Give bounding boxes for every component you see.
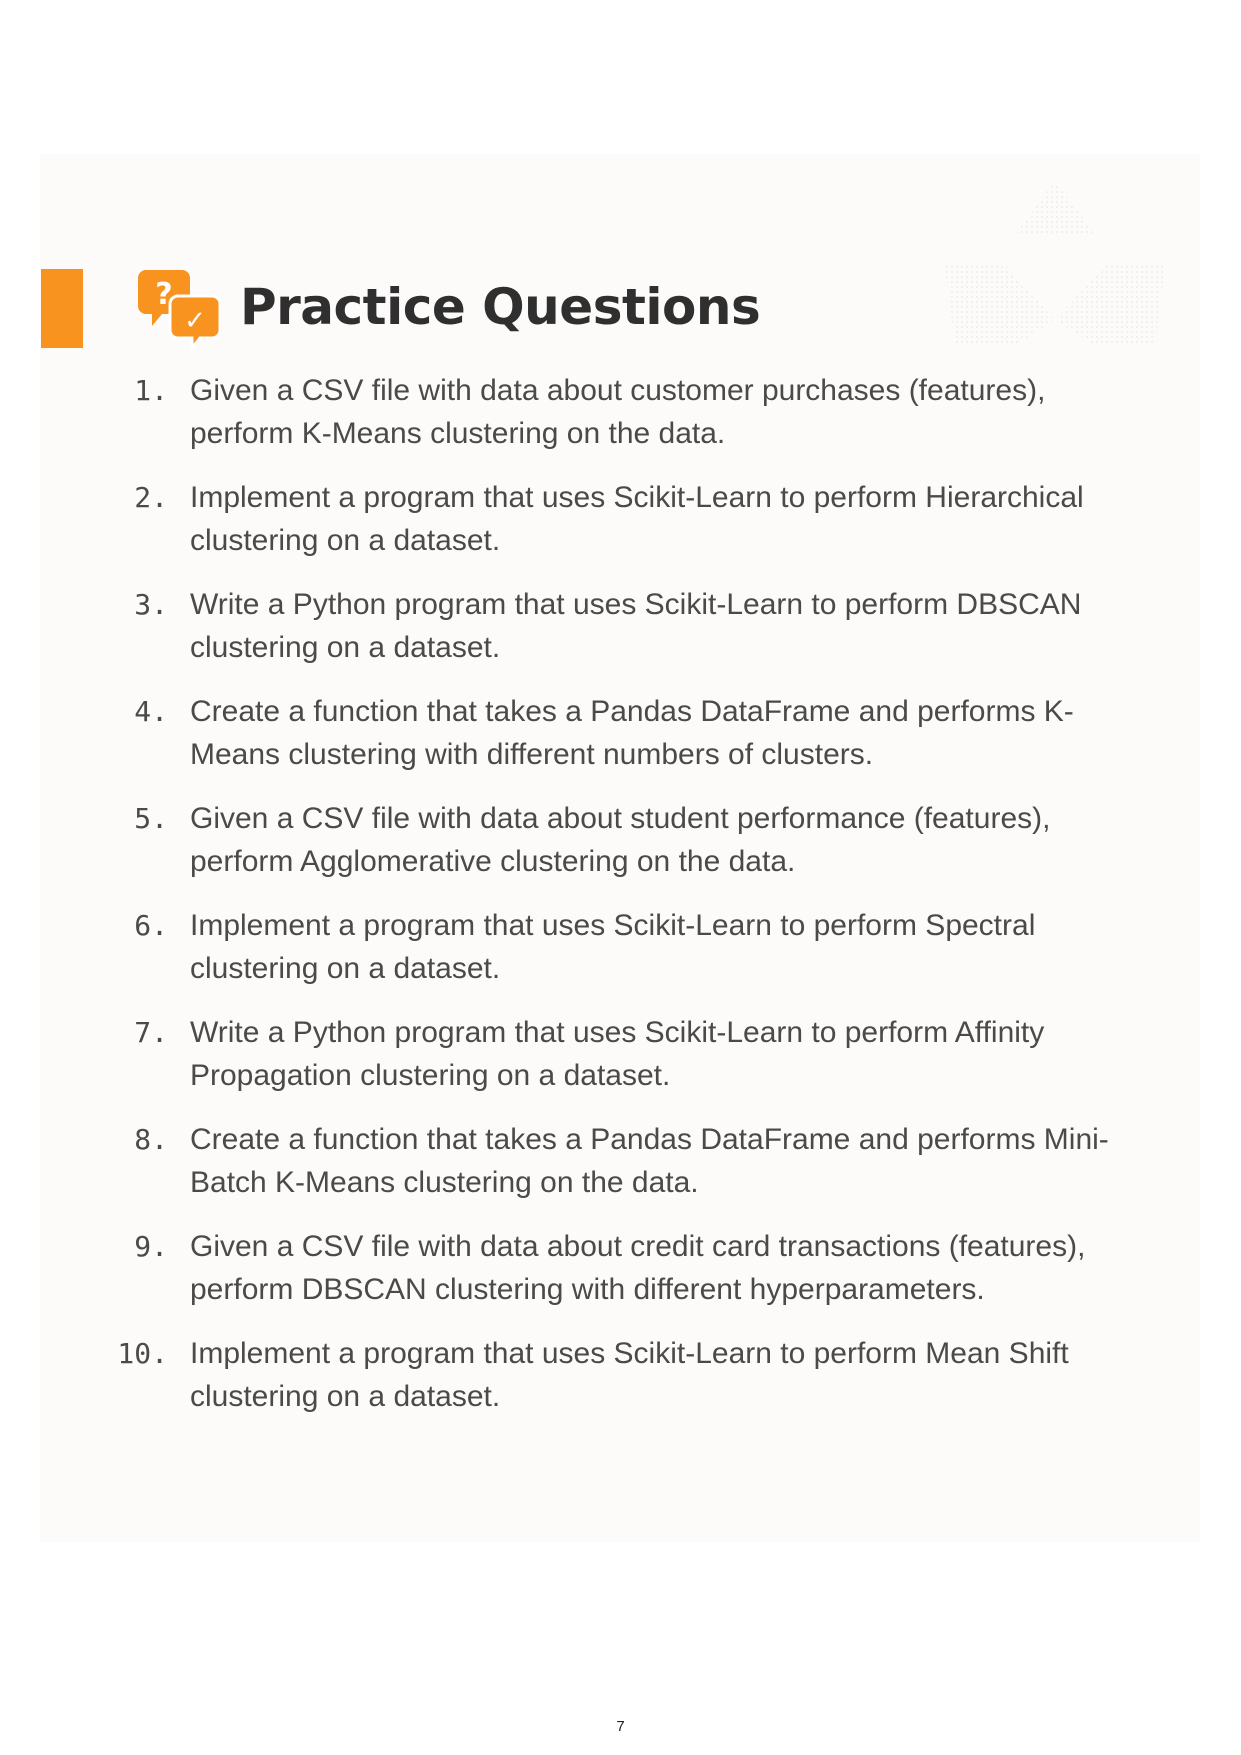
question-answer-chat-bubbles-icon: ? ✓ bbox=[138, 270, 220, 350]
question-text: Implement a program that uses Scikit-Lea… bbox=[190, 481, 1084, 557]
question-item: 9. Given a CSV file with data about credi… bbox=[110, 1225, 1110, 1311]
svg-text:✓: ✓ bbox=[184, 306, 206, 336]
question-item: 5. Given a CSV file with data about stude… bbox=[110, 797, 1110, 883]
question-text: Given a CSV file with data about student… bbox=[190, 802, 1051, 878]
question-number: 5. bbox=[134, 802, 168, 835]
question-number: 3. bbox=[134, 588, 168, 621]
questions-list: 1. Given a CSV file with data about custo… bbox=[110, 369, 1110, 1439]
question-item: 10. Implement a program that uses Scikit-… bbox=[110, 1332, 1110, 1418]
question-item: 8. Create a function that takes a Pandas … bbox=[110, 1118, 1110, 1204]
question-item: 3. Write a Python program that uses Sciki… bbox=[110, 583, 1110, 669]
question-number: 6. bbox=[134, 909, 168, 942]
accent-bar bbox=[41, 269, 83, 348]
question-text: Write a Python program that uses Scikit-… bbox=[190, 588, 1082, 664]
question-text: Create a function that takes a Pandas Da… bbox=[190, 695, 1074, 771]
question-number: 2. bbox=[134, 481, 168, 514]
page-title: Practice Questions bbox=[240, 278, 761, 336]
question-item: 4. Create a function that takes a Pandas … bbox=[110, 690, 1110, 776]
page-number: 7 bbox=[616, 1718, 625, 1735]
question-text: Implement a program that uses Scikit-Lea… bbox=[190, 1337, 1069, 1413]
question-text: Given a CSV file with data about custome… bbox=[190, 374, 1046, 450]
question-number: 7. bbox=[134, 1016, 168, 1049]
question-number: 1. bbox=[134, 374, 168, 407]
question-number: 9. bbox=[134, 1230, 168, 1263]
dotted-logo-watermark bbox=[945, 180, 1165, 345]
question-text: Create a function that takes a Pandas Da… bbox=[190, 1123, 1109, 1199]
question-item: 6. Implement a program that uses Scikit-L… bbox=[110, 904, 1110, 990]
question-number: 10. bbox=[117, 1337, 168, 1370]
question-item: 2. Implement a program that uses Scikit-L… bbox=[110, 476, 1110, 562]
question-number: 8. bbox=[134, 1123, 168, 1156]
question-text: Write a Python program that uses Scikit-… bbox=[190, 1016, 1045, 1092]
question-number: 4. bbox=[134, 695, 168, 728]
question-text: Implement a program that uses Scikit-Lea… bbox=[190, 909, 1036, 985]
question-item: 1. Given a CSV file with data about custo… bbox=[110, 369, 1110, 455]
question-item: 7. Write a Python program that uses Sciki… bbox=[110, 1011, 1110, 1097]
question-text: Given a CSV file with data about credit … bbox=[190, 1230, 1086, 1306]
